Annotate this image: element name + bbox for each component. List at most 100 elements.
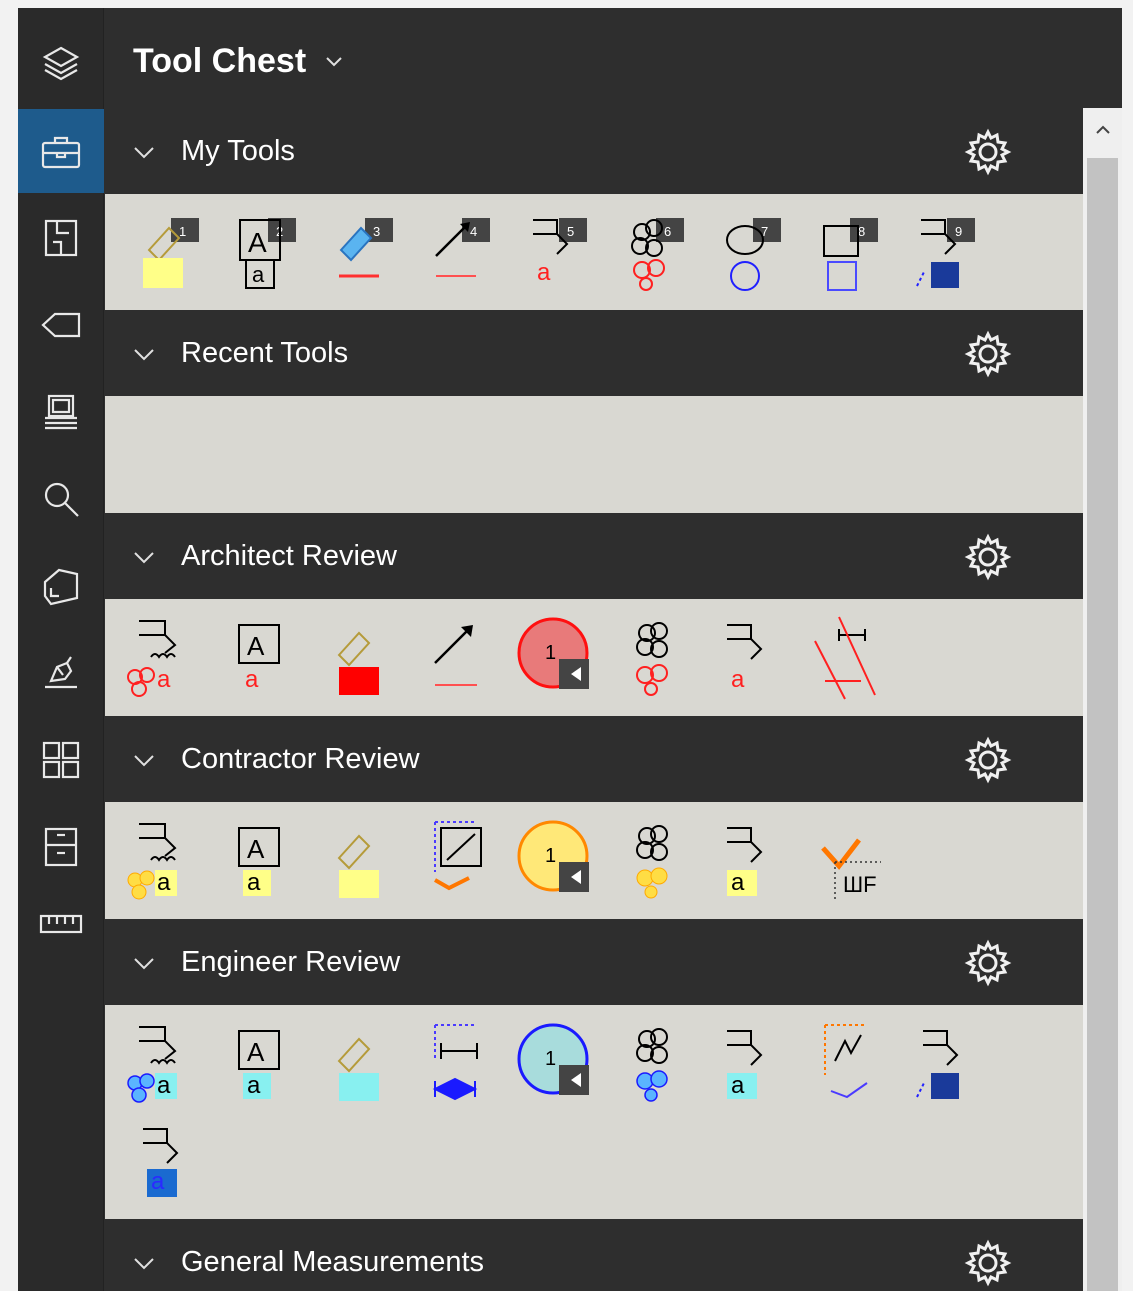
tool-cloud[interactable] [625,1021,705,1109]
tool-callout-blue[interactable]: 9 [915,210,995,298]
svg-text:1: 1 [545,1048,556,1070]
tool-count[interactable]: 1 [513,609,593,697]
chevron-down-icon[interactable] [131,1252,157,1274]
svg-text:3: 3 [373,224,380,239]
tool-arrow[interactable]: 4 [430,210,510,298]
section-header-recent-tools[interactable]: Recent Tools [105,310,1083,396]
section-header-contractor-review[interactable]: Contractor Review [105,716,1083,802]
measurements-icon[interactable] [18,882,104,966]
svg-text:a: a [157,1072,171,1099]
section-header-architect-review[interactable]: Architect Review [105,513,1083,599]
properties-icon[interactable] [18,370,104,454]
tool-highlight[interactable] [329,818,409,906]
tool-rectangle[interactable]: 8 [818,210,898,298]
gear-icon[interactable] [963,1238,1013,1288]
side-rail [18,8,104,1291]
signature-icon[interactable] [18,631,104,715]
section-tools-contractor-review: a Aa 1 a ШF [105,802,1083,919]
svg-text:a: a [537,259,551,286]
svg-text:ШF: ШF [843,872,877,897]
chevron-down-icon[interactable] [131,749,157,771]
svg-text:9: 9 [955,224,962,239]
chevron-down-icon[interactable] [322,49,346,73]
svg-text:A: A [248,227,267,258]
section-tools-engineer-review: a Aa 1 a a [105,1005,1083,1219]
search-icon[interactable] [18,457,104,541]
svg-text:a: a [157,666,171,693]
svg-text:5: 5 [567,224,574,239]
section-tools-my-tools: 1 2Aa 3 4 5a 6 7 8 9 [105,194,1083,310]
tool-arrow[interactable] [427,615,507,703]
chevron-down-icon[interactable] [131,546,157,568]
svg-text:A: A [247,1037,265,1067]
section-tools-architect-review: a Aa 1 a [105,599,1083,716]
svg-text:a: a [245,666,259,693]
tool-text-box[interactable]: 2Aa [236,210,316,298]
tool-check-tally[interactable]: ШF [815,818,895,906]
svg-text:a: a [731,869,745,896]
tool-callout[interactable]: a [719,1021,799,1109]
tool-dimension[interactable] [427,1021,507,1109]
section-label: Architect Review [181,539,397,572]
layers-icon[interactable] [18,22,104,106]
gear-icon[interactable] [963,127,1013,177]
section-header-general-measurements[interactable]: General Measurements [105,1219,1083,1291]
svg-text:6: 6 [664,224,671,239]
tag-icon[interactable] [18,283,104,367]
section-label: Engineer Review [181,945,401,978]
tool-highlight[interactable]: 1 [139,210,219,298]
section-tools-recent-tools [105,396,1083,513]
panel-title: Tool Chest [133,41,307,80]
tool-dimension[interactable] [805,615,885,703]
app-window: Tool Chest My Tools 1 2Aa 3 4 5 a 6 7 8 … [18,8,1122,1291]
tool-callout[interactable]: a [719,818,799,906]
gear-icon[interactable] [963,532,1013,582]
tool-count[interactable]: 1 [513,812,593,900]
tool-cloud[interactable] [625,818,705,906]
tool-cloud[interactable]: 6 [624,210,704,298]
tool-callout-fill[interactable]: a [135,1119,215,1207]
gear-icon[interactable] [963,735,1013,785]
gear-icon[interactable] [963,329,1013,379]
svg-text:1: 1 [179,224,186,239]
svg-text:1: 1 [545,845,556,867]
spaces-icon[interactable] [18,544,104,628]
tool-callout[interactable]: a [719,615,799,703]
section-header-engineer-review[interactable]: Engineer Review [105,919,1083,1005]
tool-cloud-callout[interactable]: a [125,818,205,906]
scrollbar-thumb[interactable] [1087,158,1118,1291]
vertical-scrollbar[interactable] [1083,108,1122,1291]
section-label: My Tools [181,134,295,167]
tool-highlight[interactable] [329,1021,409,1109]
tool-area-cutout[interactable] [817,1021,897,1109]
section-header-my-tools[interactable]: My Tools [105,108,1083,194]
file-access-icon[interactable] [18,805,104,889]
tool-cloud-callout[interactable]: a [125,615,205,703]
chevron-down-icon[interactable] [131,952,157,974]
panel-header: Tool Chest [105,8,1122,114]
tool-ellipse[interactable]: 7 [721,210,801,298]
chevron-down-icon[interactable] [131,343,157,365]
tool-cloud[interactable] [625,615,705,703]
tool-callout[interactable]: 5a [527,210,607,298]
chevron-down-icon[interactable] [131,141,157,163]
toolbox-icon[interactable] [18,109,104,193]
tool-cloud-callout[interactable]: a [125,1021,205,1109]
tool-pen[interactable]: 3 [333,210,413,298]
tool-area[interactable] [427,818,507,906]
tool-text-box[interactable]: Aa [225,615,305,703]
scroll-up-button[interactable] [1083,108,1122,152]
svg-text:a: a [252,262,265,287]
gear-icon[interactable] [963,938,1013,988]
svg-text:a: a [731,1072,745,1099]
section-label: Contractor Review [181,742,420,775]
tool-callout-blue[interactable] [915,1021,995,1109]
section-label: Recent Tools [181,336,349,369]
tool-count[interactable]: 1 [513,1015,593,1103]
thumbnails-icon[interactable] [18,196,104,280]
tool-text-box[interactable]: Aa [225,818,305,906]
grid-icon[interactable] [18,718,104,802]
svg-text:A: A [247,834,265,864]
tool-highlight[interactable] [329,615,409,703]
tool-text-box[interactable]: Aa [225,1021,305,1109]
